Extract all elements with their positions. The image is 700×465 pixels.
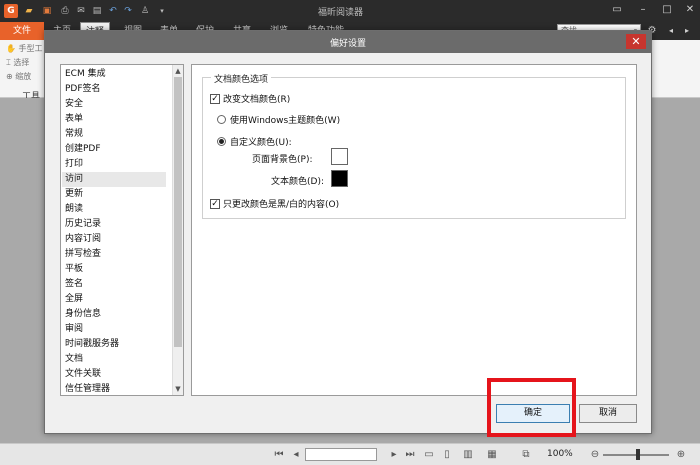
undo-icon[interactable]: ↶ bbox=[106, 4, 120, 18]
only-bw-option[interactable]: ✓ 只更改颜色是黑/白的内容(O) bbox=[210, 197, 339, 210]
category-history[interactable]: 历史记录 bbox=[65, 217, 169, 232]
scroll-up-icon[interactable]: ▲ bbox=[173, 66, 183, 76]
save-icon[interactable]: ▣ bbox=[40, 4, 54, 18]
redo-icon[interactable]: ↷ bbox=[121, 4, 135, 18]
dialog-title: 偏好设置 bbox=[329, 39, 366, 49]
zoom-out-icon[interactable]: ⊖ bbox=[589, 449, 601, 461]
group-title: 文档颜色选项 bbox=[211, 72, 272, 85]
settings-panel: 文档颜色选项 ✓ 改变文档颜色(R) 使用Windows主题颜色(W) 自定义颜… bbox=[191, 64, 637, 396]
custom-color-radio[interactable] bbox=[217, 137, 226, 146]
text-color-swatch[interactable] bbox=[331, 170, 348, 187]
category-documents[interactable]: 文档 bbox=[65, 352, 169, 367]
minimize-icon[interactable]: – bbox=[636, 3, 650, 17]
custom-color-option[interactable]: 自定义颜色(U): bbox=[217, 135, 292, 148]
category-general[interactable]: 常规 bbox=[65, 127, 169, 142]
cancel-button[interactable]: 取消 bbox=[579, 404, 637, 423]
dialog-close-icon[interactable]: ✕ bbox=[626, 34, 646, 49]
category-file-association[interactable]: 文件关联 bbox=[65, 367, 169, 382]
category-list: ECM 集成 PDF签名 安全 表单 常规 创建PDF 打印 访问 更新 朗读 … bbox=[60, 64, 184, 396]
only-bw-checkbox[interactable]: ✓ bbox=[210, 198, 220, 209]
print-icon[interactable]: ⎙ bbox=[58, 4, 72, 18]
hand-tool[interactable]: ✋ 手型工 bbox=[6, 43, 43, 54]
category-forms[interactable]: 表单 bbox=[65, 112, 169, 127]
category-timestamp-servers[interactable]: 时间戳服务器 bbox=[65, 337, 169, 352]
page-bg-row: 页面背景色(P): bbox=[252, 152, 312, 165]
category-scrollbar[interactable]: ▲ ▼ bbox=[172, 65, 183, 395]
category-trust-manager[interactable]: 信任管理器 bbox=[65, 382, 169, 395]
use-windows-theme-option[interactable]: 使用Windows主题颜色(W) bbox=[217, 113, 340, 126]
next-page-icon[interactable]: ▸ bbox=[388, 449, 400, 461]
app-titlebar: G ▰ ▣ ⎙ ✉ ▤ ↶ ↷ ♙ ▾ 福昕阅读器 ▭ – □ ✕ bbox=[0, 0, 700, 22]
custom-color-label: 自定义颜色(U): bbox=[230, 138, 292, 148]
nav-forward-icon[interactable]: ▸ bbox=[680, 24, 694, 38]
prev-page-icon[interactable]: ◂ bbox=[290, 449, 302, 461]
category-read-aloud[interactable]: 朗读 bbox=[65, 202, 169, 217]
text-color-row: 文本颜色(D): bbox=[271, 174, 324, 187]
use-windows-theme-radio[interactable] bbox=[217, 115, 226, 124]
text-color-label: 文本颜色(D): bbox=[271, 177, 324, 187]
continuous-facing-icon[interactable]: ▦ bbox=[486, 449, 498, 461]
scroll-down-icon[interactable]: ▼ bbox=[173, 384, 183, 394]
document-color-options-group: 文档颜色选项 ✓ 改变文档颜色(R) 使用Windows主题颜色(W) 自定义颜… bbox=[202, 72, 626, 219]
only-bw-label: 只更改颜色是黑/白的内容(O) bbox=[223, 200, 340, 210]
category-spell-check[interactable]: 拼写检查 bbox=[65, 247, 169, 262]
category-full-screen[interactable]: 全屏 bbox=[65, 292, 169, 307]
use-windows-theme-label: 使用Windows主题颜色(W) bbox=[230, 116, 341, 126]
category-ecm[interactable]: ECM 集成 bbox=[65, 67, 169, 82]
page-bg-color-swatch[interactable] bbox=[331, 148, 348, 165]
tab-file[interactable]: 文件 bbox=[0, 22, 44, 40]
zoom-in-icon[interactable]: ⊕ bbox=[675, 449, 687, 461]
radio-selected-dot bbox=[219, 139, 224, 144]
last-page-icon[interactable]: ⏭ bbox=[404, 449, 416, 461]
change-doc-colors-label: 改变文档颜色(R) bbox=[223, 95, 291, 105]
category-accessibility[interactable]: 访问 bbox=[62, 172, 166, 187]
category-create-pdf[interactable]: 创建PDF bbox=[65, 142, 169, 157]
app-logo-icon: G bbox=[4, 4, 18, 18]
restore-ribbon-icon[interactable]: ▭ bbox=[610, 3, 624, 17]
category-tablet[interactable]: 平板 bbox=[65, 262, 169, 277]
maximize-icon[interactable]: □ bbox=[660, 3, 674, 17]
preferences-dialog: 偏好设置 ✕ ECM 集成 PDF签名 安全 表单 常规 创建PDF 打印 访问… bbox=[44, 30, 652, 434]
zoom-tool[interactable]: ⊕ 缩放 bbox=[6, 71, 31, 82]
zoom-tool-label: 缩放 bbox=[15, 72, 32, 81]
app-title: 福昕阅读器 bbox=[318, 8, 364, 18]
status-bar: ⏮ ◂ ▸ ⏭ ▭ ▯ ▥ ▦ ⧉ 100% ⊖ ⊕ bbox=[0, 443, 700, 465]
first-page-icon[interactable]: ⏮ bbox=[273, 449, 285, 461]
scroll-thumb[interactable] bbox=[174, 77, 182, 347]
category-identity[interactable]: 身份信息 bbox=[65, 307, 169, 322]
single-page-icon[interactable]: ▭ bbox=[423, 449, 435, 461]
nav-back-icon[interactable]: ◂ bbox=[664, 24, 678, 38]
zoom-level[interactable]: 100% bbox=[547, 449, 573, 459]
category-signature[interactable]: 签名 bbox=[65, 277, 169, 292]
ok-button-highlight bbox=[487, 378, 576, 437]
select-tool-label: 选择 bbox=[13, 58, 30, 67]
email-icon[interactable]: ✉ bbox=[74, 4, 88, 18]
dialog-titlebar[interactable]: 偏好设置 ✕ bbox=[45, 31, 651, 53]
zoom-slider-thumb[interactable] bbox=[636, 449, 640, 460]
select-tool[interactable]: ⌶ 选择 bbox=[6, 57, 29, 68]
change-doc-colors-checkbox[interactable]: ✓ bbox=[210, 93, 220, 104]
hand-tool-label: 手型工 bbox=[18, 44, 43, 53]
category-content-subscription[interactable]: 内容订阅 bbox=[65, 232, 169, 247]
category-pdf-signature[interactable]: PDF签名 bbox=[65, 82, 169, 97]
facing-page-icon[interactable]: ▥ bbox=[462, 449, 474, 461]
note-icon[interactable]: ▤ bbox=[90, 4, 104, 18]
stamp-icon[interactable]: ♙ bbox=[138, 4, 152, 18]
open-folder-icon[interactable]: ▰ bbox=[22, 4, 36, 18]
change-doc-colors-option[interactable]: ✓ 改变文档颜色(R) bbox=[210, 92, 290, 105]
page-bg-label: 页面背景色(P): bbox=[252, 155, 313, 165]
close-icon[interactable]: ✕ bbox=[683, 3, 697, 17]
category-review[interactable]: 审阅 bbox=[65, 322, 169, 337]
continuous-page-icon[interactable]: ▯ bbox=[441, 449, 453, 461]
fit-width-icon[interactable]: ⧉ bbox=[520, 449, 532, 461]
category-print[interactable]: 打印 bbox=[65, 157, 169, 172]
category-updates[interactable]: 更新 bbox=[65, 187, 169, 202]
page-number-input[interactable] bbox=[305, 448, 377, 461]
category-security[interactable]: 安全 bbox=[65, 97, 169, 112]
customize-dropdown-icon[interactable]: ▾ bbox=[155, 4, 169, 18]
